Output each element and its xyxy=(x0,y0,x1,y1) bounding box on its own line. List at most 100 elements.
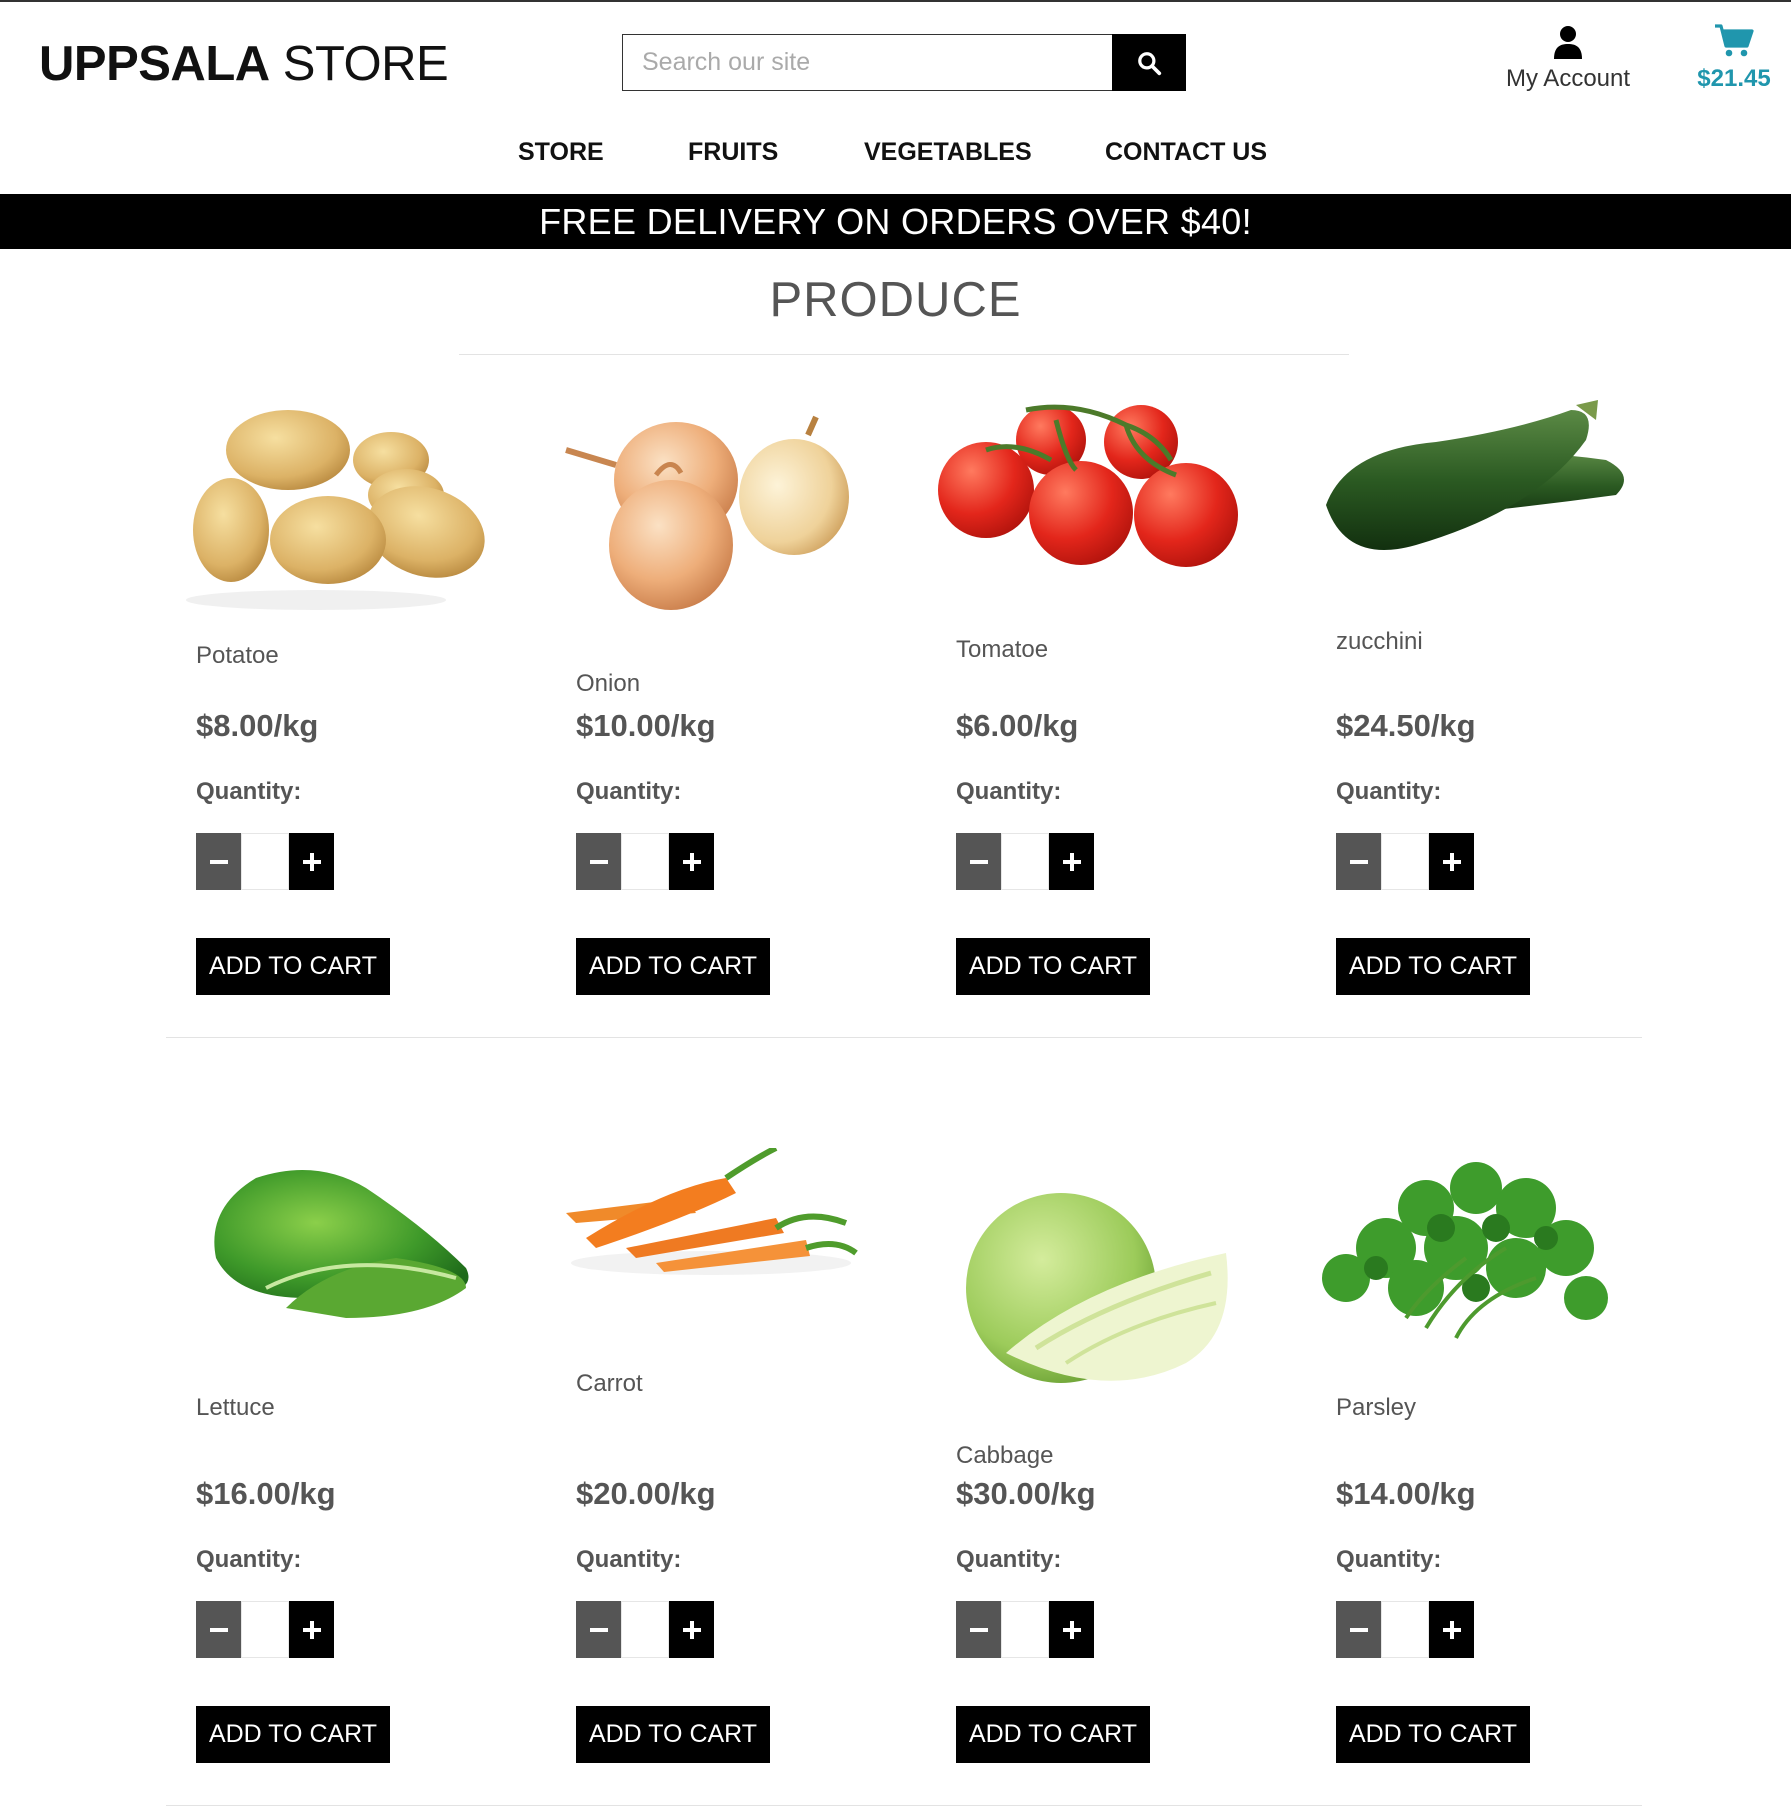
top-border xyxy=(0,0,1791,2)
quantity-input[interactable] xyxy=(621,833,669,890)
decrease-button[interactable] xyxy=(1336,833,1381,890)
product-card: Tomatoe $6.00/kg Quantity: ADD TO CART xyxy=(926,380,1266,1100)
add-to-cart-button[interactable]: ADD TO CART xyxy=(1336,1706,1530,1763)
increase-button[interactable] xyxy=(289,833,334,890)
plus-icon xyxy=(302,852,321,871)
product-name: Tomatoe xyxy=(956,636,1049,663)
quantity-input[interactable] xyxy=(1001,833,1049,890)
quantity-label: Quantity: xyxy=(196,1546,302,1573)
product-card: Lettuce $16.00/kg Quantity: ADD TO CART xyxy=(166,1148,506,1809)
increase-button[interactable] xyxy=(289,1601,334,1658)
product-price: $30.00/kg xyxy=(956,1476,1096,1511)
cart-icon xyxy=(1715,24,1754,57)
quantity-input[interactable] xyxy=(1381,833,1429,890)
plus-icon xyxy=(1062,1620,1081,1639)
minus-icon xyxy=(209,859,228,864)
decrease-button[interactable] xyxy=(956,1601,1001,1658)
decrease-button[interactable] xyxy=(196,833,241,890)
minus-icon xyxy=(589,859,608,864)
increase-button[interactable] xyxy=(669,833,714,890)
cabbage-image xyxy=(966,1193,1228,1383)
quantity-label: Quantity: xyxy=(1336,778,1442,805)
quantity-stepper xyxy=(576,1601,714,1658)
product-name: Parsley xyxy=(1336,1394,1417,1421)
add-to-cart-button[interactable]: ADD TO CART xyxy=(956,1706,1150,1763)
decrease-button[interactable] xyxy=(576,833,621,890)
minus-icon xyxy=(209,1627,228,1632)
carrot-image xyxy=(566,1148,858,1275)
quantity-label: Quantity: xyxy=(956,1546,1062,1573)
product-price: $14.00/kg xyxy=(1336,1476,1476,1511)
product-name: Onion xyxy=(576,670,641,697)
tomato-image xyxy=(938,404,1238,567)
increase-button[interactable] xyxy=(1429,833,1474,890)
decrease-button[interactable] xyxy=(956,833,1001,890)
decrease-button[interactable] xyxy=(196,1601,241,1658)
search-icon xyxy=(1138,51,1162,75)
quantity-input[interactable] xyxy=(621,1601,669,1658)
minus-icon xyxy=(969,1627,988,1632)
quantity-stepper xyxy=(196,833,334,890)
search-button[interactable] xyxy=(1112,34,1186,91)
plus-icon xyxy=(1442,852,1461,871)
onion-image xyxy=(565,415,849,610)
row-divider xyxy=(166,1037,1642,1038)
nav-vegetables[interactable]: VEGETABLES xyxy=(864,138,1032,167)
product-card: Onion $10.00/kg Quantity: ADD TO CART xyxy=(546,380,886,1100)
quantity-stepper xyxy=(1336,833,1474,890)
product-card: Potatoe $8.00/kg Quantity: ADD TO CART xyxy=(166,380,506,1100)
plus-icon xyxy=(302,1620,321,1639)
product-name: Cabbage xyxy=(956,1442,1054,1469)
plus-icon xyxy=(682,1620,701,1639)
plus-icon xyxy=(682,852,701,871)
increase-button[interactable] xyxy=(1429,1601,1474,1658)
product-price: $8.00/kg xyxy=(196,708,319,743)
my-account-link[interactable]: My Account xyxy=(1490,25,1646,93)
title-divider xyxy=(459,354,1349,355)
product-name: Potatoe xyxy=(196,642,279,669)
product-name: zucchini xyxy=(1336,628,1423,655)
plus-icon xyxy=(1062,852,1081,871)
parsley-image xyxy=(1322,1162,1608,1339)
quantity-input[interactable] xyxy=(241,833,289,890)
decrease-button[interactable] xyxy=(1336,1601,1381,1658)
user-icon xyxy=(1554,26,1582,59)
my-account-label: My Account xyxy=(1505,65,1631,92)
quantity-label: Quantity: xyxy=(576,1546,682,1573)
increase-button[interactable] xyxy=(1049,833,1094,890)
potato-image xyxy=(186,410,485,610)
quantity-input[interactable] xyxy=(1381,1601,1429,1658)
decrease-button[interactable] xyxy=(576,1601,621,1658)
store-logo[interactable]: UPPSALA STORE xyxy=(39,36,449,92)
nav-contact-us[interactable]: CONTACT US xyxy=(1105,138,1267,167)
increase-button[interactable] xyxy=(669,1601,714,1658)
quantity-input[interactable] xyxy=(241,1601,289,1658)
product-price: $10.00/kg xyxy=(576,708,716,743)
quantity-label: Quantity: xyxy=(576,778,682,805)
product-name: Lettuce xyxy=(196,1394,275,1421)
search-input[interactable] xyxy=(622,34,1112,91)
delivery-banner: FREE DELIVERY ON ORDERS OVER $40! xyxy=(0,194,1791,249)
add-to-cart-button[interactable]: ADD TO CART xyxy=(196,938,390,995)
minus-icon xyxy=(589,1627,608,1632)
quantity-stepper xyxy=(956,1601,1094,1658)
add-to-cart-button[interactable]: ADD TO CART xyxy=(576,938,770,995)
product-price: $24.50/kg xyxy=(1336,708,1476,743)
product-name: Carrot xyxy=(576,1370,643,1397)
add-to-cart-button[interactable]: ADD TO CART xyxy=(1336,938,1530,995)
quantity-stepper xyxy=(196,1601,334,1658)
row-divider xyxy=(166,1805,1642,1806)
page-title: PRODUCE xyxy=(769,273,1022,327)
cart-total: $21.45 xyxy=(1697,65,1771,92)
nav-store[interactable]: STORE xyxy=(518,138,604,167)
quantity-input[interactable] xyxy=(1001,1601,1049,1658)
quantity-stepper xyxy=(956,833,1094,890)
product-card: zucchini $24.50/kg Quantity: ADD TO CART xyxy=(1306,380,1646,1100)
increase-button[interactable] xyxy=(1049,1601,1094,1658)
nav-fruits[interactable]: FRUITS xyxy=(688,138,778,167)
add-to-cart-button[interactable]: ADD TO CART xyxy=(956,938,1150,995)
search-bar xyxy=(622,34,1186,91)
add-to-cart-button[interactable]: ADD TO CART xyxy=(576,1706,770,1763)
add-to-cart-button[interactable]: ADD TO CART xyxy=(196,1706,390,1763)
cart-link[interactable]: $21.45 xyxy=(1681,23,1787,93)
